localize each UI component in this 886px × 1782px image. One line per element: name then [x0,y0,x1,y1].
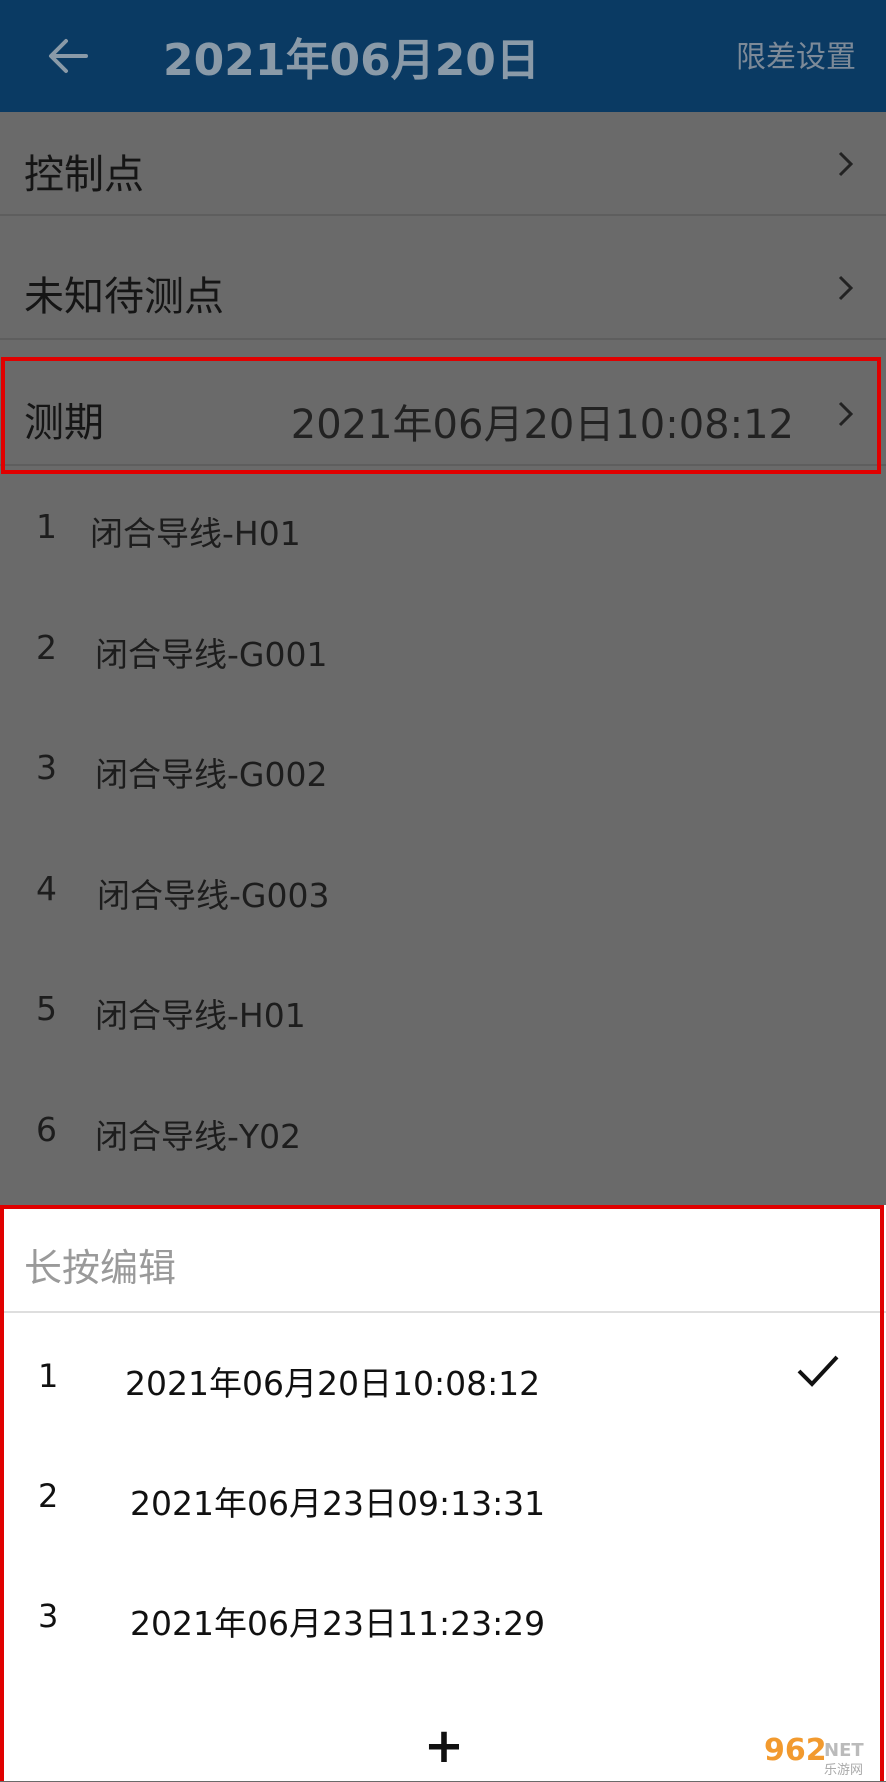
period-item[interactable]: 3 2021年06月23日11:23:29 [0,1553,886,1673]
period-value: 2021年06月23日11:23:29 [130,1604,546,1643]
line-name: 闭合导线-H01 [90,514,301,553]
list-item[interactable]: 2 闭合导线-G001 [0,585,886,705]
tolerance-settings-button[interactable]: 限差设置 [736,32,856,76]
list-item[interactable]: 5 闭合导线-H01 [0,946,886,1066]
line-name: 闭合导线-G001 [95,635,328,674]
list-item[interactable]: 3 闭合导线-G002 [0,705,886,825]
line-name: 闭合导线-Y02 [95,1117,302,1156]
check-icon [797,1355,839,1387]
unknown-points-row[interactable]: 未知待测点 [0,236,886,340]
watermark-brand: 962 [764,1733,827,1768]
line-index: 6 [36,1110,57,1149]
watermark-sub: 乐游网 [824,1763,863,1778]
period-value: 2021年06月20日10:08:12 [125,1364,541,1403]
watermark-suffix: NET [824,1740,864,1761]
unknown-points-label: 未知待测点 [24,274,224,320]
list-item[interactable]: 4 闭合导线-G003 [0,826,886,946]
chevron-right-icon [838,151,854,177]
app-header: 2021年06月20日 限差设置 [0,0,886,112]
add-label: + [423,1718,465,1774]
period-item[interactable]: 1 2021年06月20日10:08:12 [0,1313,886,1433]
long-press-hint: 长按编辑 [24,1246,177,1290]
line-name: 闭合导线-G002 [95,755,328,794]
line-index: 5 [36,989,57,1028]
watermark-logo: 962 NET 乐游网 [760,1730,880,1778]
line-name: 闭合导线-H01 [95,996,306,1035]
list-item[interactable]: 6 闭合导线-Y02 [0,1066,886,1186]
back-arrow-icon[interactable] [40,28,96,84]
period-value: 2021年06月23日09:13:31 [130,1484,546,1523]
line-index: 2 [36,628,57,667]
add-period-button[interactable]: + [404,1716,484,1776]
period-index: 1 [38,1357,59,1395]
line-index: 1 [36,507,57,546]
line-name: 闭合导线-G003 [97,876,330,915]
period-index: 3 [38,1597,59,1635]
period-item[interactable]: 2 2021年06月23日09:13:31 [0,1433,886,1553]
period-index: 2 [38,1477,59,1515]
line-index: 3 [36,748,57,787]
list-item[interactable]: 1 闭合导线-H01 [0,465,886,585]
control-points-label: 控制点 [24,152,144,198]
control-points-row[interactable]: 控制点 [0,112,886,216]
page-title: 2021年06月20日 [163,35,540,86]
chevron-right-icon [838,275,854,301]
period-highlight-box [1,357,881,474]
line-index: 4 [36,869,57,908]
